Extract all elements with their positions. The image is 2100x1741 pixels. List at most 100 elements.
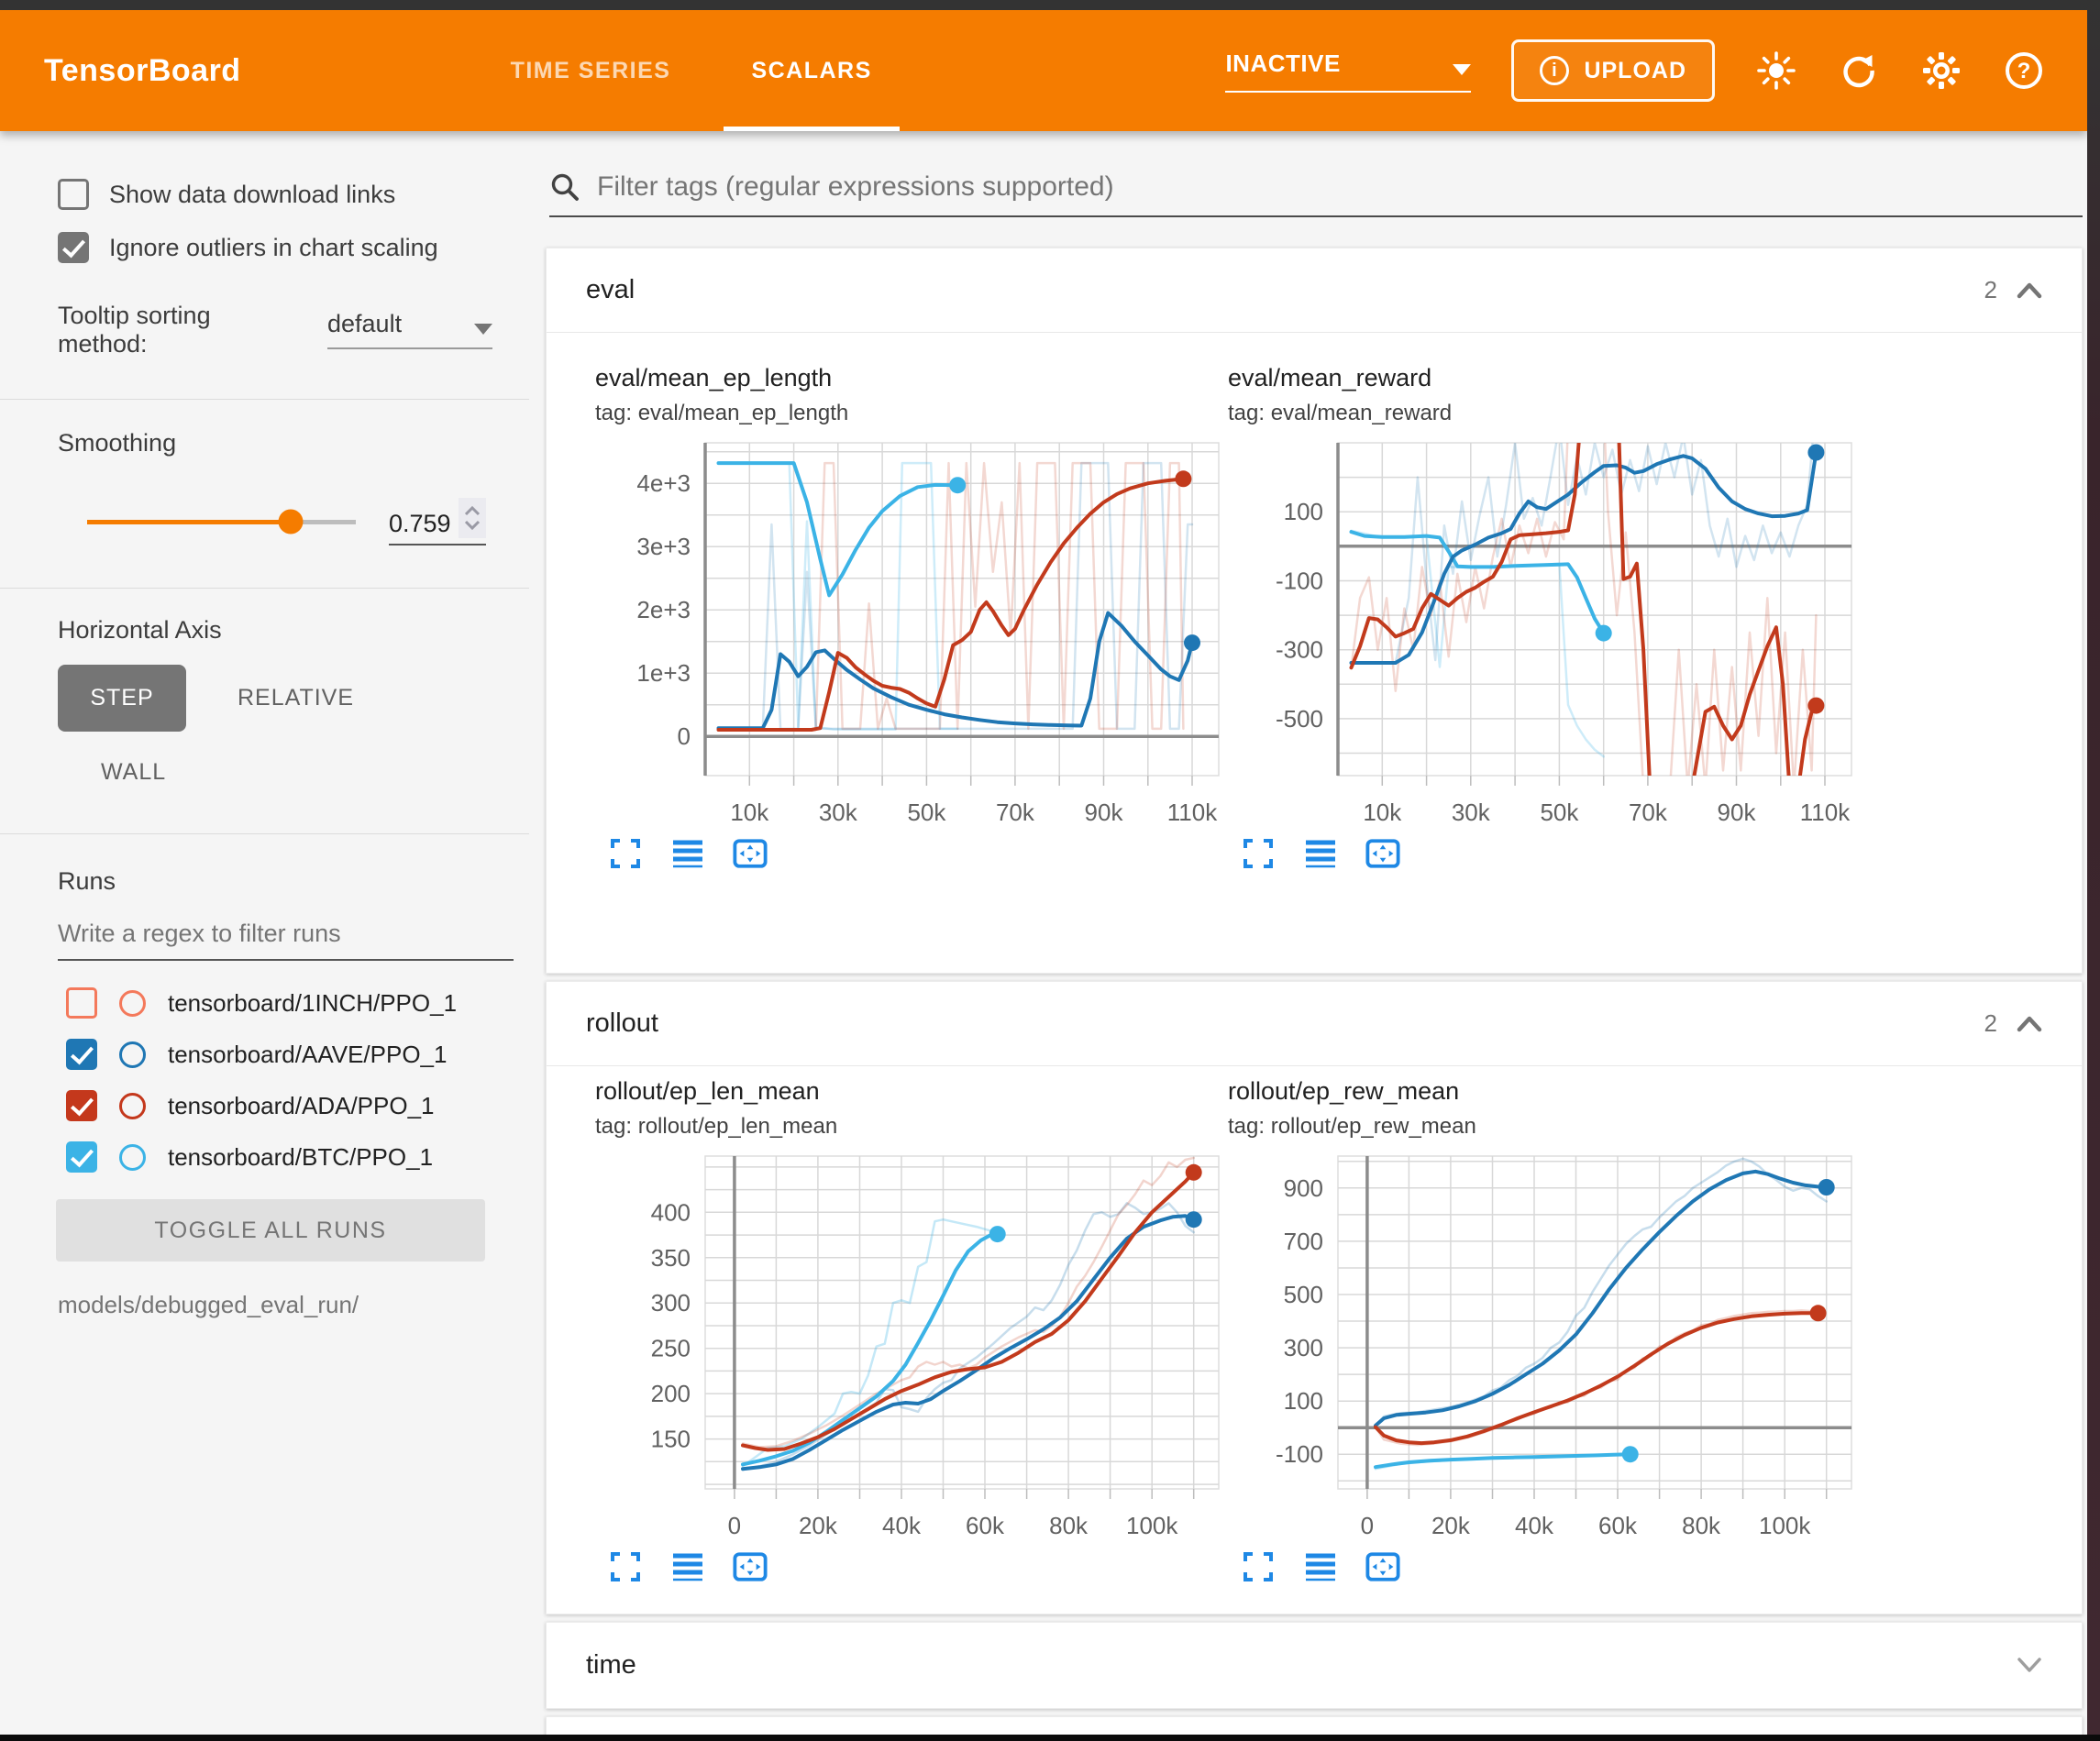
chevron-up-icon[interactable]: [2016, 1015, 2043, 1033]
svg-text:110k: 110k: [1167, 799, 1218, 826]
chevron-down-icon: [1453, 64, 1471, 75]
chevron-up-icon[interactable]: [2016, 281, 2043, 300]
section-card-rollout: rollout 2 rollout/ep_len_mean tag: rollo…: [546, 981, 2083, 1614]
svg-text:100k: 100k: [1759, 1512, 1811, 1539]
run-checkbox[interactable]: [66, 1090, 97, 1121]
fullscreen-icon[interactable]: [608, 836, 643, 871]
run-name: tensorboard/AAVE/PPO_1: [168, 1041, 447, 1069]
run-name: tensorboard/ADA/PPO_1: [168, 1092, 435, 1120]
log-scale-icon[interactable]: [1303, 1549, 1338, 1584]
svg-text:40k: 40k: [882, 1512, 922, 1539]
help-icon[interactable]: ?: [2003, 50, 2045, 92]
svg-text:400: 400: [651, 1198, 691, 1226]
checkbox-checked-icon[interactable]: [58, 232, 89, 263]
svg-text:-100: -100: [1276, 567, 1323, 595]
runs-label: Runs: [58, 867, 492, 896]
chevron-down-icon[interactable]: [2016, 1656, 2043, 1674]
log-scale-icon[interactable]: [670, 1549, 705, 1584]
tab-time-series[interactable]: TIME SERIES: [470, 10, 712, 131]
run-radio-icon[interactable]: [119, 990, 146, 1017]
settings-sidebar: Show data download links Ignore outliers…: [0, 131, 529, 1735]
fullscreen-icon[interactable]: [1241, 1549, 1276, 1584]
ignore-outliers-checkbox[interactable]: Ignore outliers in chart scaling: [58, 232, 492, 263]
svg-text:2e+3: 2e+3: [636, 596, 691, 623]
fullscreen-icon[interactable]: [1241, 836, 1276, 871]
app-header: TensorBoard TIME SERIES SCALARS INACTIVE…: [0, 10, 2087, 131]
log-scale-icon[interactable]: [670, 836, 705, 871]
run-status-dropdown[interactable]: INACTIVE: [1225, 50, 1471, 93]
run-item[interactable]: tensorboard/1INCH/PPO_1: [58, 985, 492, 1021]
section-header-time[interactable]: time: [547, 1623, 2082, 1707]
line-chart[interactable]: 150200250300350400020k40k60k80k100k: [595, 1151, 1228, 1544]
run-checkbox[interactable]: [66, 1141, 97, 1173]
svg-text:?: ?: [2017, 59, 2031, 83]
settings-gear-icon[interactable]: [1920, 50, 1962, 92]
run-checkbox[interactable]: [66, 1039, 97, 1070]
chart-tag: tag: rollout/ep_rew_mean: [1228, 1114, 1861, 1140]
line-chart[interactable]: -100100300500700900020k40k60k80k100k: [1228, 1151, 1861, 1544]
runs-list: tensorboard/1INCH/PPO_1 tensorboard/AAVE/…: [58, 985, 492, 1175]
svg-text:90k: 90k: [1085, 799, 1124, 826]
runs-logdir-path: models/debugged_eval_run/: [58, 1291, 492, 1319]
fullscreen-icon[interactable]: [608, 1549, 643, 1584]
smoothing-value-input[interactable]: 0.759: [389, 498, 486, 545]
line-chart[interactable]: 01e+32e+33e+34e+310k30k50k70k90k110k: [595, 437, 1228, 831]
checkbox-unchecked-icon[interactable]: [58, 179, 89, 210]
fit-domain-icon[interactable]: [1365, 836, 1400, 871]
run-checkbox[interactable]: [66, 987, 97, 1019]
svg-text:10k: 10k: [730, 799, 769, 826]
log-scale-icon[interactable]: [1303, 836, 1338, 871]
number-stepper[interactable]: [459, 498, 486, 538]
line-chart[interactable]: 100-100-300-50010k30k50k70k90k110k: [1228, 437, 1861, 831]
run-item[interactable]: tensorboard/ADA/PPO_1: [58, 1087, 492, 1124]
section-card-eval: eval 2 eval/mean_ep_length tag: eval/mea…: [546, 248, 2083, 974]
run-item[interactable]: tensorboard/BTC/PPO_1: [58, 1139, 492, 1175]
slider-thumb[interactable]: [279, 510, 304, 534]
chart-toolbar: [1241, 1549, 1861, 1584]
checkbox-label: Ignore outliers in chart scaling: [109, 234, 438, 262]
tab-scalars[interactable]: SCALARS: [711, 10, 912, 131]
tooltip-sorting-value: default: [327, 310, 402, 338]
tooltip-sorting-select[interactable]: default: [327, 309, 492, 349]
svg-text:900: 900: [1284, 1174, 1323, 1202]
run-radio-icon[interactable]: [119, 1093, 146, 1119]
axis-step-button[interactable]: STEP: [58, 665, 186, 732]
section-header-rollout[interactable]: rollout 2: [547, 982, 2082, 1066]
axis-wall-button[interactable]: WALL: [101, 759, 492, 786]
show-download-links-checkbox[interactable]: Show data download links: [58, 179, 492, 210]
upload-button[interactable]: i UPLOAD: [1511, 39, 1715, 102]
run-radio-icon[interactable]: [119, 1144, 146, 1171]
run-radio-icon[interactable]: [119, 1041, 146, 1068]
section-title: time: [586, 1650, 636, 1680]
chevron-down-icon: [474, 324, 492, 335]
toggle-all-runs-button[interactable]: TOGGLE ALL RUNS: [56, 1199, 485, 1262]
svg-text:3e+3: 3e+3: [636, 533, 691, 560]
svg-text:0: 0: [1361, 1512, 1374, 1539]
svg-text:300: 300: [1284, 1334, 1323, 1361]
axis-relative-button[interactable]: RELATIVE: [238, 685, 354, 711]
svg-text:500: 500: [1284, 1281, 1323, 1308]
checkbox-label: Show data download links: [109, 181, 395, 209]
svg-text:1e+3: 1e+3: [636, 659, 691, 687]
chart-block: rollout/ep_len_mean tag: rollout/ep_len_…: [595, 1077, 1228, 1584]
run-name: tensorboard/BTC/PPO_1: [168, 1143, 433, 1172]
main-tabs: TIME SERIES SCALARS: [470, 10, 912, 131]
fit-domain-icon[interactable]: [733, 1549, 768, 1584]
fit-domain-icon[interactable]: [733, 836, 768, 871]
runs-filter-input[interactable]: Write a regex to filter runs: [58, 920, 514, 961]
chart-title: rollout/ep_rew_mean: [1228, 1077, 1861, 1106]
fit-domain-icon[interactable]: [1365, 1549, 1400, 1584]
run-item[interactable]: tensorboard/AAVE/PPO_1: [58, 1036, 492, 1073]
section-title: rollout: [586, 1008, 658, 1039]
svg-text:-100: -100: [1276, 1440, 1323, 1468]
svg-text:100: 100: [1284, 498, 1323, 525]
filter-tags-input[interactable]: Filter tags (regular expressions support…: [549, 171, 2083, 217]
refresh-icon[interactable]: [1838, 50, 1880, 92]
smoothing-slider[interactable]: [87, 520, 356, 524]
svg-text:60k: 60k: [1598, 1512, 1638, 1539]
section-header-eval[interactable]: eval 2: [547, 248, 2082, 333]
svg-text:30k: 30k: [819, 799, 858, 826]
chart-block: eval/mean_reward tag: eval/mean_reward 1…: [1228, 364, 1861, 871]
brightness-icon[interactable]: [1755, 50, 1797, 92]
smoothing-value: 0.759: [389, 510, 459, 538]
